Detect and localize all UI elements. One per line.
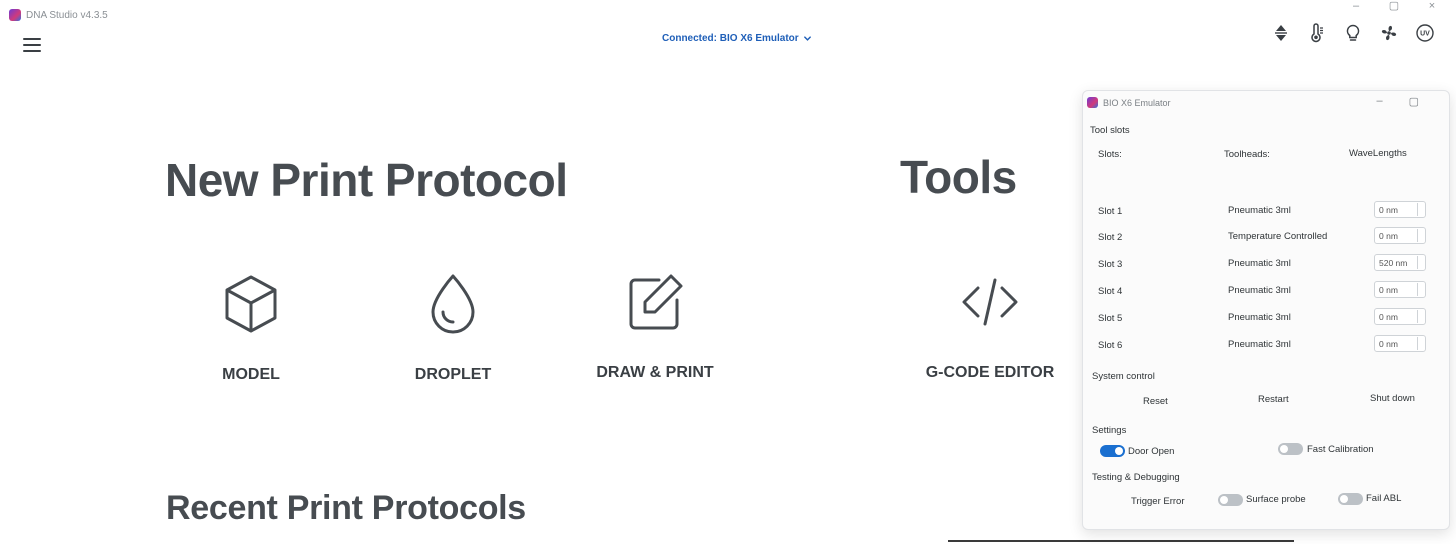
fail-abl-label: Fail ABL	[1366, 493, 1402, 504]
droplet-icon	[431, 274, 475, 334]
surface-probe-label: Surface probe	[1246, 494, 1306, 505]
slot-row: Slot 1 Pneumatic 3ml	[1083, 201, 1449, 221]
slots-column-header: Slots:	[1098, 149, 1122, 160]
slot-toolhead: Pneumatic 3ml	[1228, 339, 1291, 350]
slot-name: Slot 4	[1098, 286, 1123, 297]
slot-2-wavelength-input[interactable]	[1374, 227, 1426, 244]
slot-name: Slot 1	[1098, 206, 1123, 217]
fast-calibration-label: Fast Calibration	[1307, 444, 1374, 455]
cube-icon	[225, 275, 277, 333]
g-code-editor-tile[interactable]: G-CODE EDITOR	[915, 270, 1065, 382]
input-divider	[1417, 229, 1418, 242]
close-button[interactable]: ×	[1426, 0, 1438, 12]
emulator-minimize-button[interactable]: –	[1376, 95, 1382, 108]
chevron-down-icon	[803, 36, 811, 41]
window-controls: – ▢ ×	[1350, 0, 1438, 12]
uv-icon[interactable]: UV	[1414, 22, 1436, 44]
restart-button[interactable]: Restart	[1258, 394, 1289, 405]
door-open-label: Door Open	[1128, 446, 1175, 457]
input-divider	[1417, 310, 1418, 323]
testing-debugging-heading: Testing & Debugging	[1092, 472, 1180, 483]
slot-5-wavelength-input[interactable]	[1374, 308, 1426, 325]
fan-icon[interactable]	[1378, 22, 1400, 44]
fail-abl-toggle[interactable]	[1338, 493, 1363, 505]
slot-row: Slot 4 Pneumatic 3ml	[1083, 281, 1449, 301]
settings-heading: Settings	[1092, 425, 1127, 436]
emulator-logo-icon	[1087, 97, 1098, 108]
draw-and-print-tile[interactable]: DRAW & PRINT	[580, 270, 730, 382]
emulator-title-bar: BIO X6 Emulator	[1087, 97, 1171, 108]
slot-4-wavelength-input[interactable]	[1374, 281, 1426, 298]
maximize-button[interactable]: ▢	[1388, 0, 1400, 12]
slot-row: Slot 6 Pneumatic 3ml	[1083, 335, 1449, 355]
droplet-label: DROPLET	[414, 366, 492, 383]
connection-label: Connected: BIO X6 Emulator	[662, 33, 799, 44]
slot-row: Slot 3 Pneumatic 3ml	[1083, 254, 1449, 274]
wavelengths-column-header: WaveLengths	[1349, 148, 1407, 159]
fast-calibration-toggle[interactable]	[1278, 443, 1303, 455]
z-axis-arrows-icon[interactable]	[1270, 22, 1292, 44]
input-divider	[1417, 203, 1418, 216]
slot-1-wavelength-input[interactable]	[1374, 201, 1426, 218]
slot-toolhead: Temperature Controlled	[1228, 231, 1328, 242]
connection-dropdown[interactable]: Connected: BIO X6 Emulator	[662, 33, 812, 44]
slot-row: Slot 2 Temperature Controlled	[1083, 227, 1449, 247]
hamburger-menu-icon[interactable]	[23, 38, 41, 52]
slot-6-wavelength-input[interactable]	[1374, 335, 1426, 352]
tools-heading: Tools	[900, 151, 1017, 203]
new-print-protocol-heading: New Print Protocol	[165, 154, 568, 206]
thermometer-icon[interactable]	[1306, 22, 1328, 44]
edit-icon	[629, 274, 683, 330]
model-tile[interactable]: MODEL	[201, 272, 301, 384]
recent-print-protocols-heading: Recent Print Protocols	[166, 489, 526, 527]
code-icon	[962, 278, 1018, 326]
model-label: MODEL	[222, 366, 280, 383]
emulator-title: BIO X6 Emulator	[1103, 97, 1171, 108]
divider	[948, 540, 1294, 542]
draw-and-print-label: DRAW & PRINT	[596, 364, 714, 381]
input-divider	[1417, 283, 1418, 296]
droplet-tile[interactable]: DROPLET	[403, 272, 503, 384]
tool-slots-heading: Tool slots	[1090, 125, 1130, 136]
trigger-error-button[interactable]: Trigger Error	[1131, 496, 1185, 507]
toolheads-column-header: Toolheads:	[1224, 149, 1270, 160]
g-code-editor-label: G-CODE EDITOR	[925, 364, 1055, 381]
app-title-bar: DNA Studio v4.3.5	[9, 9, 108, 21]
app-logo-icon	[9, 9, 21, 21]
slot-name: Slot 6	[1098, 340, 1123, 351]
input-divider	[1417, 337, 1418, 350]
emulator-window: BIO X6 Emulator – ▢ Tool slots Slots: To…	[1082, 90, 1450, 530]
input-divider	[1417, 256, 1418, 269]
slot-row: Slot 5 Pneumatic 3ml	[1083, 308, 1449, 328]
uv-icon-text: UV	[1420, 31, 1430, 38]
minimize-button[interactable]: –	[1350, 0, 1362, 12]
slot-name: Slot 3	[1098, 259, 1123, 270]
reset-button[interactable]: Reset	[1143, 396, 1168, 407]
emulator-maximize-button[interactable]: ▢	[1409, 95, 1419, 108]
door-open-toggle[interactable]	[1100, 445, 1125, 457]
slot-toolhead: Pneumatic 3ml	[1228, 258, 1291, 269]
surface-probe-toggle[interactable]	[1218, 494, 1243, 506]
slot-toolhead: Pneumatic 3ml	[1228, 312, 1291, 323]
slot-name: Slot 2	[1098, 232, 1123, 243]
header-toolbar: UV	[1270, 22, 1436, 44]
shut-down-button[interactable]: Shut down	[1370, 393, 1415, 404]
emulator-window-controls: – ▢	[1376, 95, 1419, 108]
lightbulb-icon[interactable]	[1342, 22, 1364, 44]
slot-toolhead: Pneumatic 3ml	[1228, 285, 1291, 296]
slot-name: Slot 5	[1098, 313, 1123, 324]
system-control-heading: System control	[1092, 371, 1155, 382]
slot-toolhead: Pneumatic 3ml	[1228, 205, 1291, 216]
slot-3-wavelength-input[interactable]	[1374, 254, 1426, 271]
app-title: DNA Studio v4.3.5	[26, 9, 108, 21]
